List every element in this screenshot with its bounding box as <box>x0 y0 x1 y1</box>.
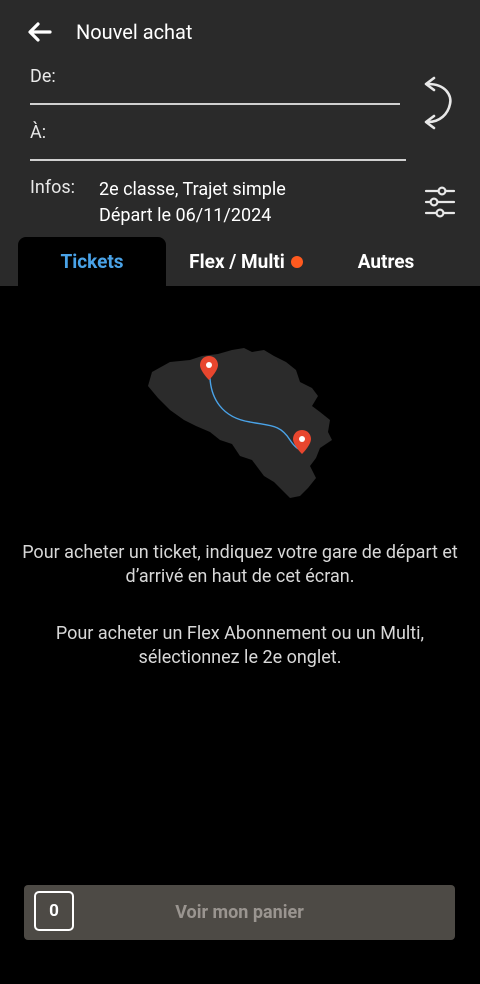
departure-date: Départ le 06/11/2024 <box>99 205 272 226</box>
flex-multi-instructions: Pour acheter un Flex Abonnement ou un Mu… <box>55 623 425 668</box>
back-button[interactable] <box>26 19 54 45</box>
tab-tickets[interactable]: Tickets <box>18 237 166 286</box>
from-underline <box>30 103 400 105</box>
tab-autres-label: Autres <box>357 250 415 273</box>
travel-class-type: 2e classe, Trajet simple <box>99 179 286 200</box>
notification-dot <box>290 255 303 268</box>
sliders-icon <box>424 186 456 218</box>
tab-autres[interactable]: Autres <box>330 237 442 286</box>
travel-options[interactable]: 2e classe, Trajet simple Départ le 06/11… <box>99 177 286 229</box>
infos-label: Infos: <box>30 177 76 198</box>
cart-count-badge: 0 <box>34 891 74 931</box>
view-cart-button[interactable]: 0 Voir mon panier <box>24 885 455 940</box>
ticket-instructions: Pour acheter un ticket, indiquez votre g… <box>22 542 458 587</box>
from-label: De: <box>30 66 56 87</box>
belgium-shape <box>148 348 332 498</box>
tab-flex-multi[interactable]: Flex / Multi <box>176 237 316 286</box>
tab-bar: Tickets Flex / Multi Autres <box>0 237 480 286</box>
tab-flex-multi-label: Flex / Multi <box>189 250 285 273</box>
from-field[interactable]: De: <box>30 64 400 106</box>
arrow-left-icon <box>28 22 52 42</box>
travel-options-button[interactable] <box>420 185 460 221</box>
view-cart-label: Voir mon panier <box>175 902 304 923</box>
to-field[interactable]: À: <box>30 120 406 162</box>
swap-stations-button[interactable] <box>414 76 458 130</box>
to-underline <box>30 159 406 161</box>
header: Nouvel achat De: À: Infos: 2e classe, Tr… <box>0 0 480 237</box>
page-title: Nouvel achat <box>76 20 193 44</box>
to-label: À: <box>30 122 47 143</box>
swap-direction-icon <box>424 76 452 130</box>
tab-tickets-label: Tickets <box>60 250 124 273</box>
belgium-route-map-icon <box>140 340 340 505</box>
screen: Nouvel achat De: À: Infos: 2e classe, Tr… <box>0 0 480 984</box>
